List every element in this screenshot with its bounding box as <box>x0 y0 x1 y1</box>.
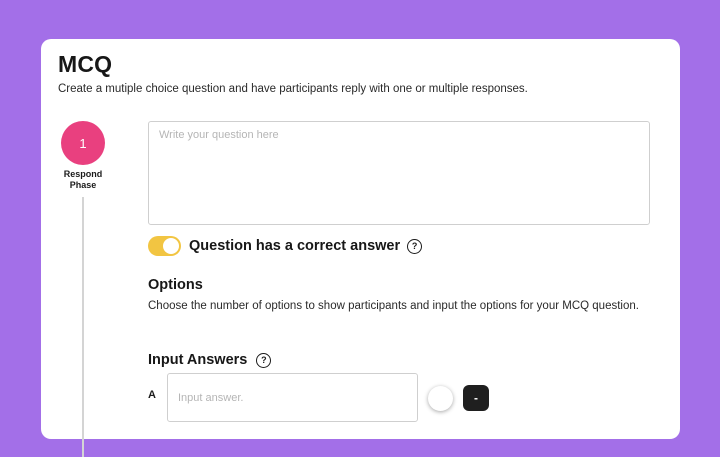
input-answers-header: Input Answers ? <box>148 352 272 368</box>
remove-answer-button[interactable]: - <box>463 385 489 411</box>
answer-input[interactable] <box>167 373 418 422</box>
correct-answer-toggle[interactable] <box>148 236 181 256</box>
options-description: Choose the number of options to show par… <box>148 300 639 312</box>
correct-answer-row: Question has a correct answer ? <box>148 236 423 256</box>
phase-label: Respond Phase <box>63 169 103 190</box>
question-circle-icon[interactable]: ? <box>407 238 423 254</box>
mcq-card: MCQ Create a mutiple choice question and… <box>41 39 680 457</box>
options-heading: Options <box>148 277 203 293</box>
page-subtitle: Create a mutiple choice question and hav… <box>58 83 528 95</box>
correct-answer-radio[interactable] <box>428 386 453 411</box>
toggle-knob <box>163 238 179 254</box>
question-circle-icon[interactable]: ? <box>256 352 272 368</box>
correct-answer-label: Question has a correct answer <box>189 238 401 254</box>
phase-number-badge: 1 <box>61 121 105 165</box>
phase-timeline-line <box>82 197 84 457</box>
page-title: MCQ <box>58 51 113 77</box>
question-input[interactable] <box>148 121 650 225</box>
answer-letter-label: A <box>148 389 156 401</box>
input-answers-heading: Input Answers <box>148 352 248 368</box>
